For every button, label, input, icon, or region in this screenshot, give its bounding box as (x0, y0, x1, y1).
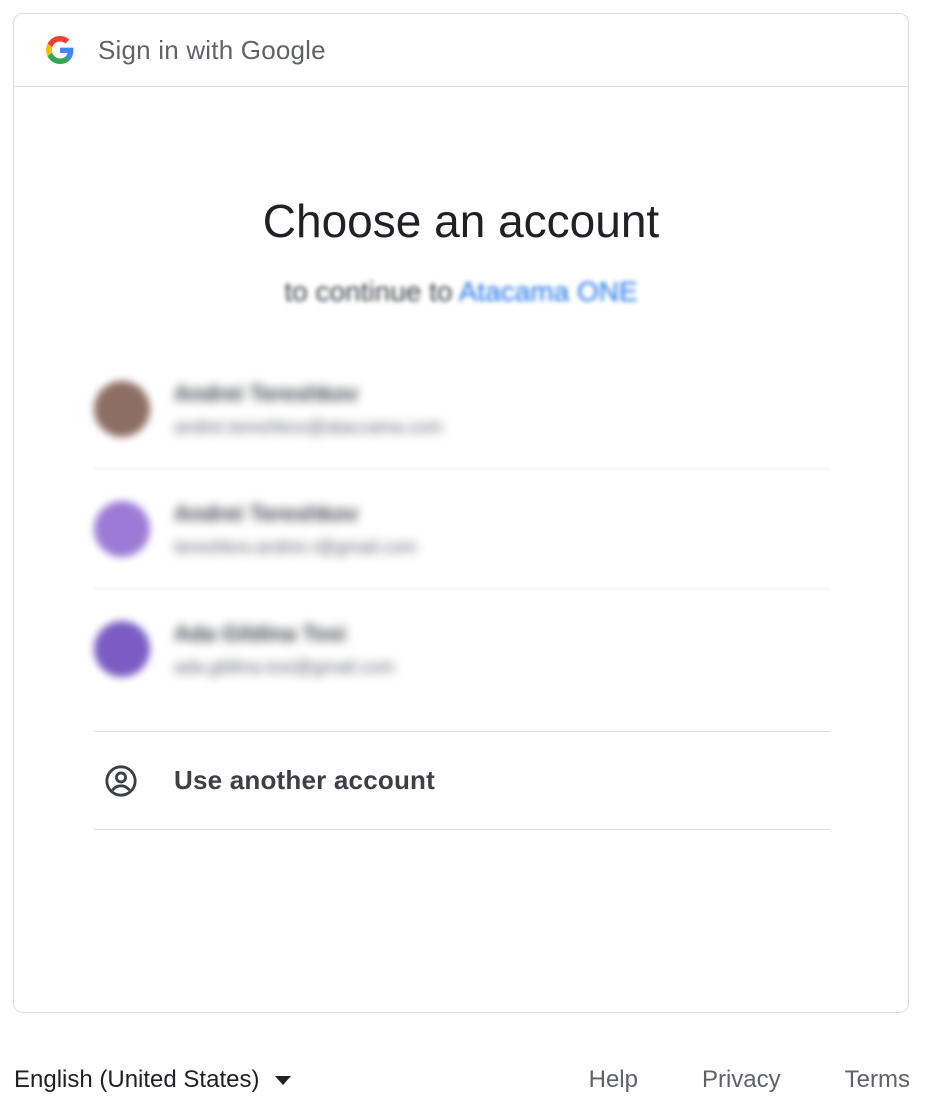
account-email: ada.gildina.tosi@gmail.com (174, 656, 395, 677)
use-another-account-label: Use another account (174, 765, 435, 795)
subtitle-prefix: to continue to (284, 276, 453, 307)
account-circle-icon (104, 764, 138, 798)
avatar (94, 501, 150, 557)
account-email: andrei.tereshkov@ataccama.com (174, 416, 443, 437)
caret-down-icon (275, 1075, 292, 1085)
account-item[interactable]: Ada Gildina Tosi ada.gildina.tosi@gmail.… (94, 589, 830, 709)
account-item[interactable]: Andrei Tereshkov andrei.tereshkov@atacca… (94, 349, 830, 469)
google-g-icon (46, 36, 74, 64)
account-item[interactable]: Andrei Tereshkov tereshkov.andrei.r@gmai… (94, 469, 830, 589)
terms-link[interactable]: Terms (845, 1066, 910, 1094)
language-label: English (United States) (14, 1066, 260, 1093)
app-name-link[interactable]: Atacama ONE (459, 276, 638, 307)
account-name: Andrei Tereshkov (174, 380, 359, 406)
account-name: Andrei Tereshkov (174, 500, 359, 526)
subtitle: to continue to Atacama ONE (14, 276, 908, 308)
footer: English (United States) Help Privacy Ter… (0, 1058, 926, 1102)
use-another-account-button[interactable]: Use another account (94, 731, 830, 830)
page-title: Choose an account (262, 195, 660, 247)
header-title: Sign in with Google (98, 34, 326, 65)
help-link[interactable]: Help (589, 1066, 638, 1094)
account-name: Ada Gildina Tosi (174, 620, 346, 646)
sign-in-card: Sign in with Google Choose an account to… (13, 13, 909, 1013)
language-selector[interactable]: English (United States) (14, 1066, 292, 1094)
card-header: Sign in with Google (14, 14, 908, 87)
footer-links: Help Privacy Terms (589, 1066, 910, 1094)
avatar (94, 621, 150, 677)
avatar (94, 381, 150, 437)
account-email: tereshkov.andrei.r@gmail.com (174, 536, 418, 557)
privacy-link[interactable]: Privacy (702, 1066, 781, 1094)
account-list: Andrei Tereshkov andrei.tereshkov@atacca… (94, 349, 830, 709)
